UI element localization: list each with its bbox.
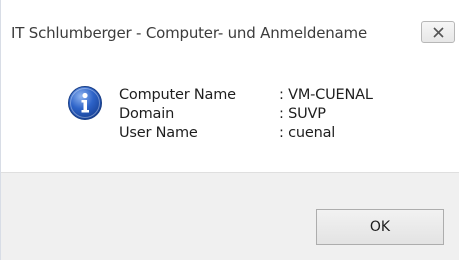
detail-label: Computer Name — [119, 87, 236, 103]
message-area: Computer Name : VM-CUENAL Domain : SUVP … — [1, 60, 459, 172]
information-icon — [67, 85, 103, 125]
detail-value: : SUVP — [279, 106, 326, 122]
dialog-window: IT Schlumberger - Computer- und Anmelden… — [0, 0, 459, 260]
detail-label: Domain — [119, 106, 175, 122]
detail-value: : cuenal — [279, 125, 336, 141]
ok-button[interactable]: OK — [316, 209, 444, 245]
window-title: IT Schlumberger - Computer- und Anmelden… — [11, 24, 367, 42]
title-bar[interactable]: IT Schlumberger - Computer- und Anmelden… — [1, 0, 459, 60]
close-button[interactable] — [421, 21, 455, 43]
detail-value: : VM-CUENAL — [279, 87, 373, 103]
close-icon — [433, 27, 444, 38]
button-bar: OK — [1, 172, 459, 260]
detail-label: User Name — [119, 125, 198, 141]
